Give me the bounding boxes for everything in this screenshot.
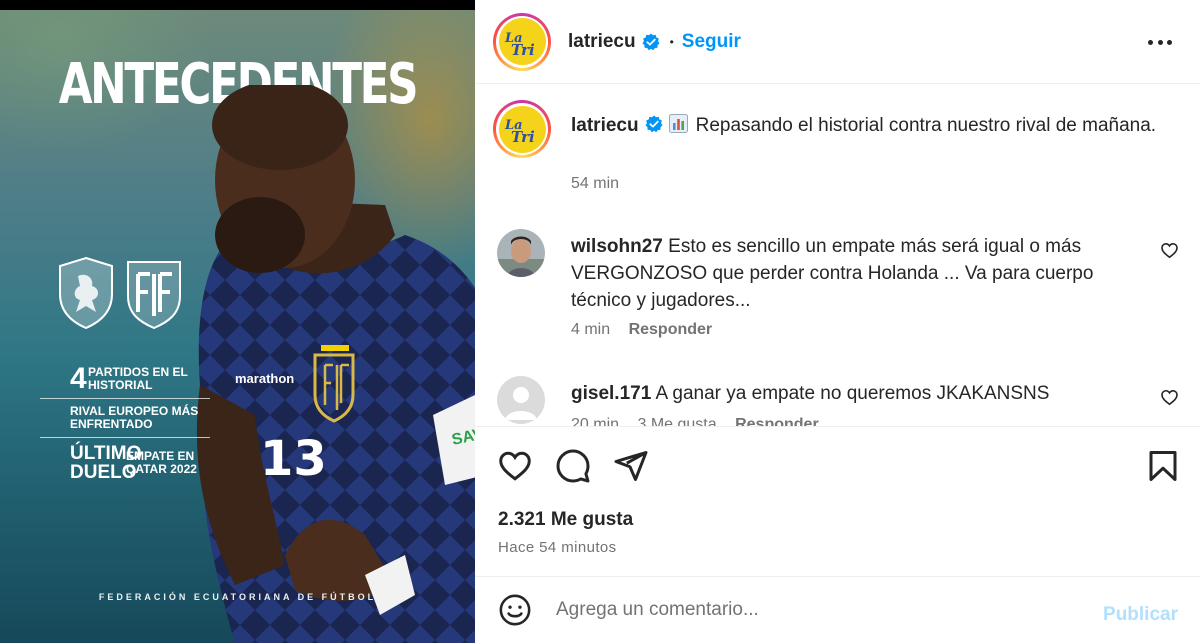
post-actions: 2.321 Me gusta Hace 54 minutos (475, 426, 1200, 576)
comment-message: A ganar ya empate no queremos JKAKANSNS (655, 383, 1050, 404)
verified-badge-icon (642, 33, 660, 50)
more-options-icon[interactable] (1148, 30, 1172, 54)
svg-text:Tri: Tri (511, 41, 535, 57)
post-modal: ANTECEDENTES SAVE 13 marathon 4 PARTIDOS… (0, 0, 1200, 643)
latri-logo-icon: La Tri (504, 31, 535, 57)
federation-credit: FEDERACIÓN ECUATORIANA DE FÚTBOL (98, 592, 377, 602)
caption-body: latriecu Repasando el historial contra n… (571, 112, 1171, 140)
jersey-number: 13 (260, 431, 327, 487)
svg-text:Tri: Tri (511, 128, 535, 144)
comment-meta: 4 min Responder (571, 321, 726, 339)
stat-rival: RIVAL EUROPEO MÁS ENFRENTADO (40, 399, 210, 438)
stat-matches: 4 PARTIDOS EN EL HISTORIAL (40, 360, 210, 399)
share-icon[interactable] (613, 448, 649, 484)
comment-composer: Publicar (475, 576, 1200, 643)
commenter-avatar[interactable] (497, 376, 545, 424)
stat-text: PARTIDOS EN EL HISTORIAL (88, 365, 188, 392)
stat-number: 4 (70, 362, 87, 395)
comment-body: wilsohn27 Esto es sencillo un empate más… (571, 233, 1131, 314)
comment-username[interactable]: gisel.171 (571, 383, 651, 404)
header-username[interactable]: latriecu (568, 31, 636, 53)
verified-badge-icon (645, 115, 663, 133)
commenter-avatar[interactable] (497, 229, 545, 277)
stats-block: 4 PARTIDOS EN EL HISTORIAL RIVAL EUROPEO… (40, 360, 210, 488)
latri-logo-icon: La Tri (504, 118, 535, 144)
comment-likes[interactable]: 3 Me gusta (637, 416, 716, 426)
heart-icon[interactable] (497, 448, 533, 484)
comment-username[interactable]: wilsohn27 (571, 236, 663, 257)
bookmark-icon[interactable] (1145, 448, 1181, 484)
post-timestamp[interactable]: Hace 54 minutos (498, 539, 617, 556)
player-illustration: SAVE 13 marathon (196, 85, 475, 643)
top-black-bar (0, 0, 475, 10)
stat-text: RIVAL EUROPEO MÁS ENFRENTADO (70, 404, 199, 431)
chart-emoji-icon (668, 114, 688, 133)
caption-message: Repasando el historial contra nuestro ri… (695, 115, 1157, 136)
reply-button[interactable]: Responder (735, 416, 819, 426)
comment-body: gisel.171 A ganar ya empate no queremos … (571, 380, 1131, 407)
likes-count[interactable]: 2.321 Me gusta (498, 509, 633, 531)
heart-icon[interactable] (1160, 388, 1179, 407)
caption-avatar[interactable]: La Tri (493, 100, 551, 158)
stat-big-text: ÚLTIMO DUELO (70, 443, 142, 483)
account-avatar[interactable]: La Tri (493, 12, 551, 71)
publish-button[interactable]: Publicar (1103, 604, 1178, 626)
emoji-icon[interactable] (498, 593, 532, 627)
comments-scroll-area[interactable]: La Tri latriecu Repasando el historial c… (475, 85, 1200, 426)
reply-button[interactable]: Responder (629, 321, 713, 338)
caption-time[interactable]: 54 min (571, 175, 619, 193)
comment-time[interactable]: 20 min (571, 416, 619, 426)
comment-time[interactable]: 4 min (571, 321, 610, 338)
comment-meta: 20 min 3 Me gusta Responder (571, 416, 833, 426)
heart-icon[interactable] (1160, 241, 1179, 260)
netherlands-crest-icon (56, 256, 116, 330)
post-image[interactable]: ANTECEDENTES SAVE 13 marathon 4 PARTIDOS… (0, 0, 475, 643)
sponsor-logo: marathon (235, 371, 294, 386)
caption-username[interactable]: latriecu (571, 115, 639, 136)
separator-dot: • (669, 34, 674, 49)
comment-input[interactable] (556, 599, 1086, 621)
follow-button[interactable]: Seguir (682, 31, 741, 53)
post-header: La Tri latriecu • Seguir (475, 0, 1200, 84)
comment-icon[interactable] (555, 448, 591, 484)
stat-text: EMPATE EN QATAR 2022 (126, 449, 197, 476)
stat-last-match: ÚLTIMO DUELO EMPATE EN QATAR 2022 (40, 438, 210, 488)
post-side-panel: La Tri latriecu • Seguir La Tri latriecu… (475, 0, 1200, 643)
